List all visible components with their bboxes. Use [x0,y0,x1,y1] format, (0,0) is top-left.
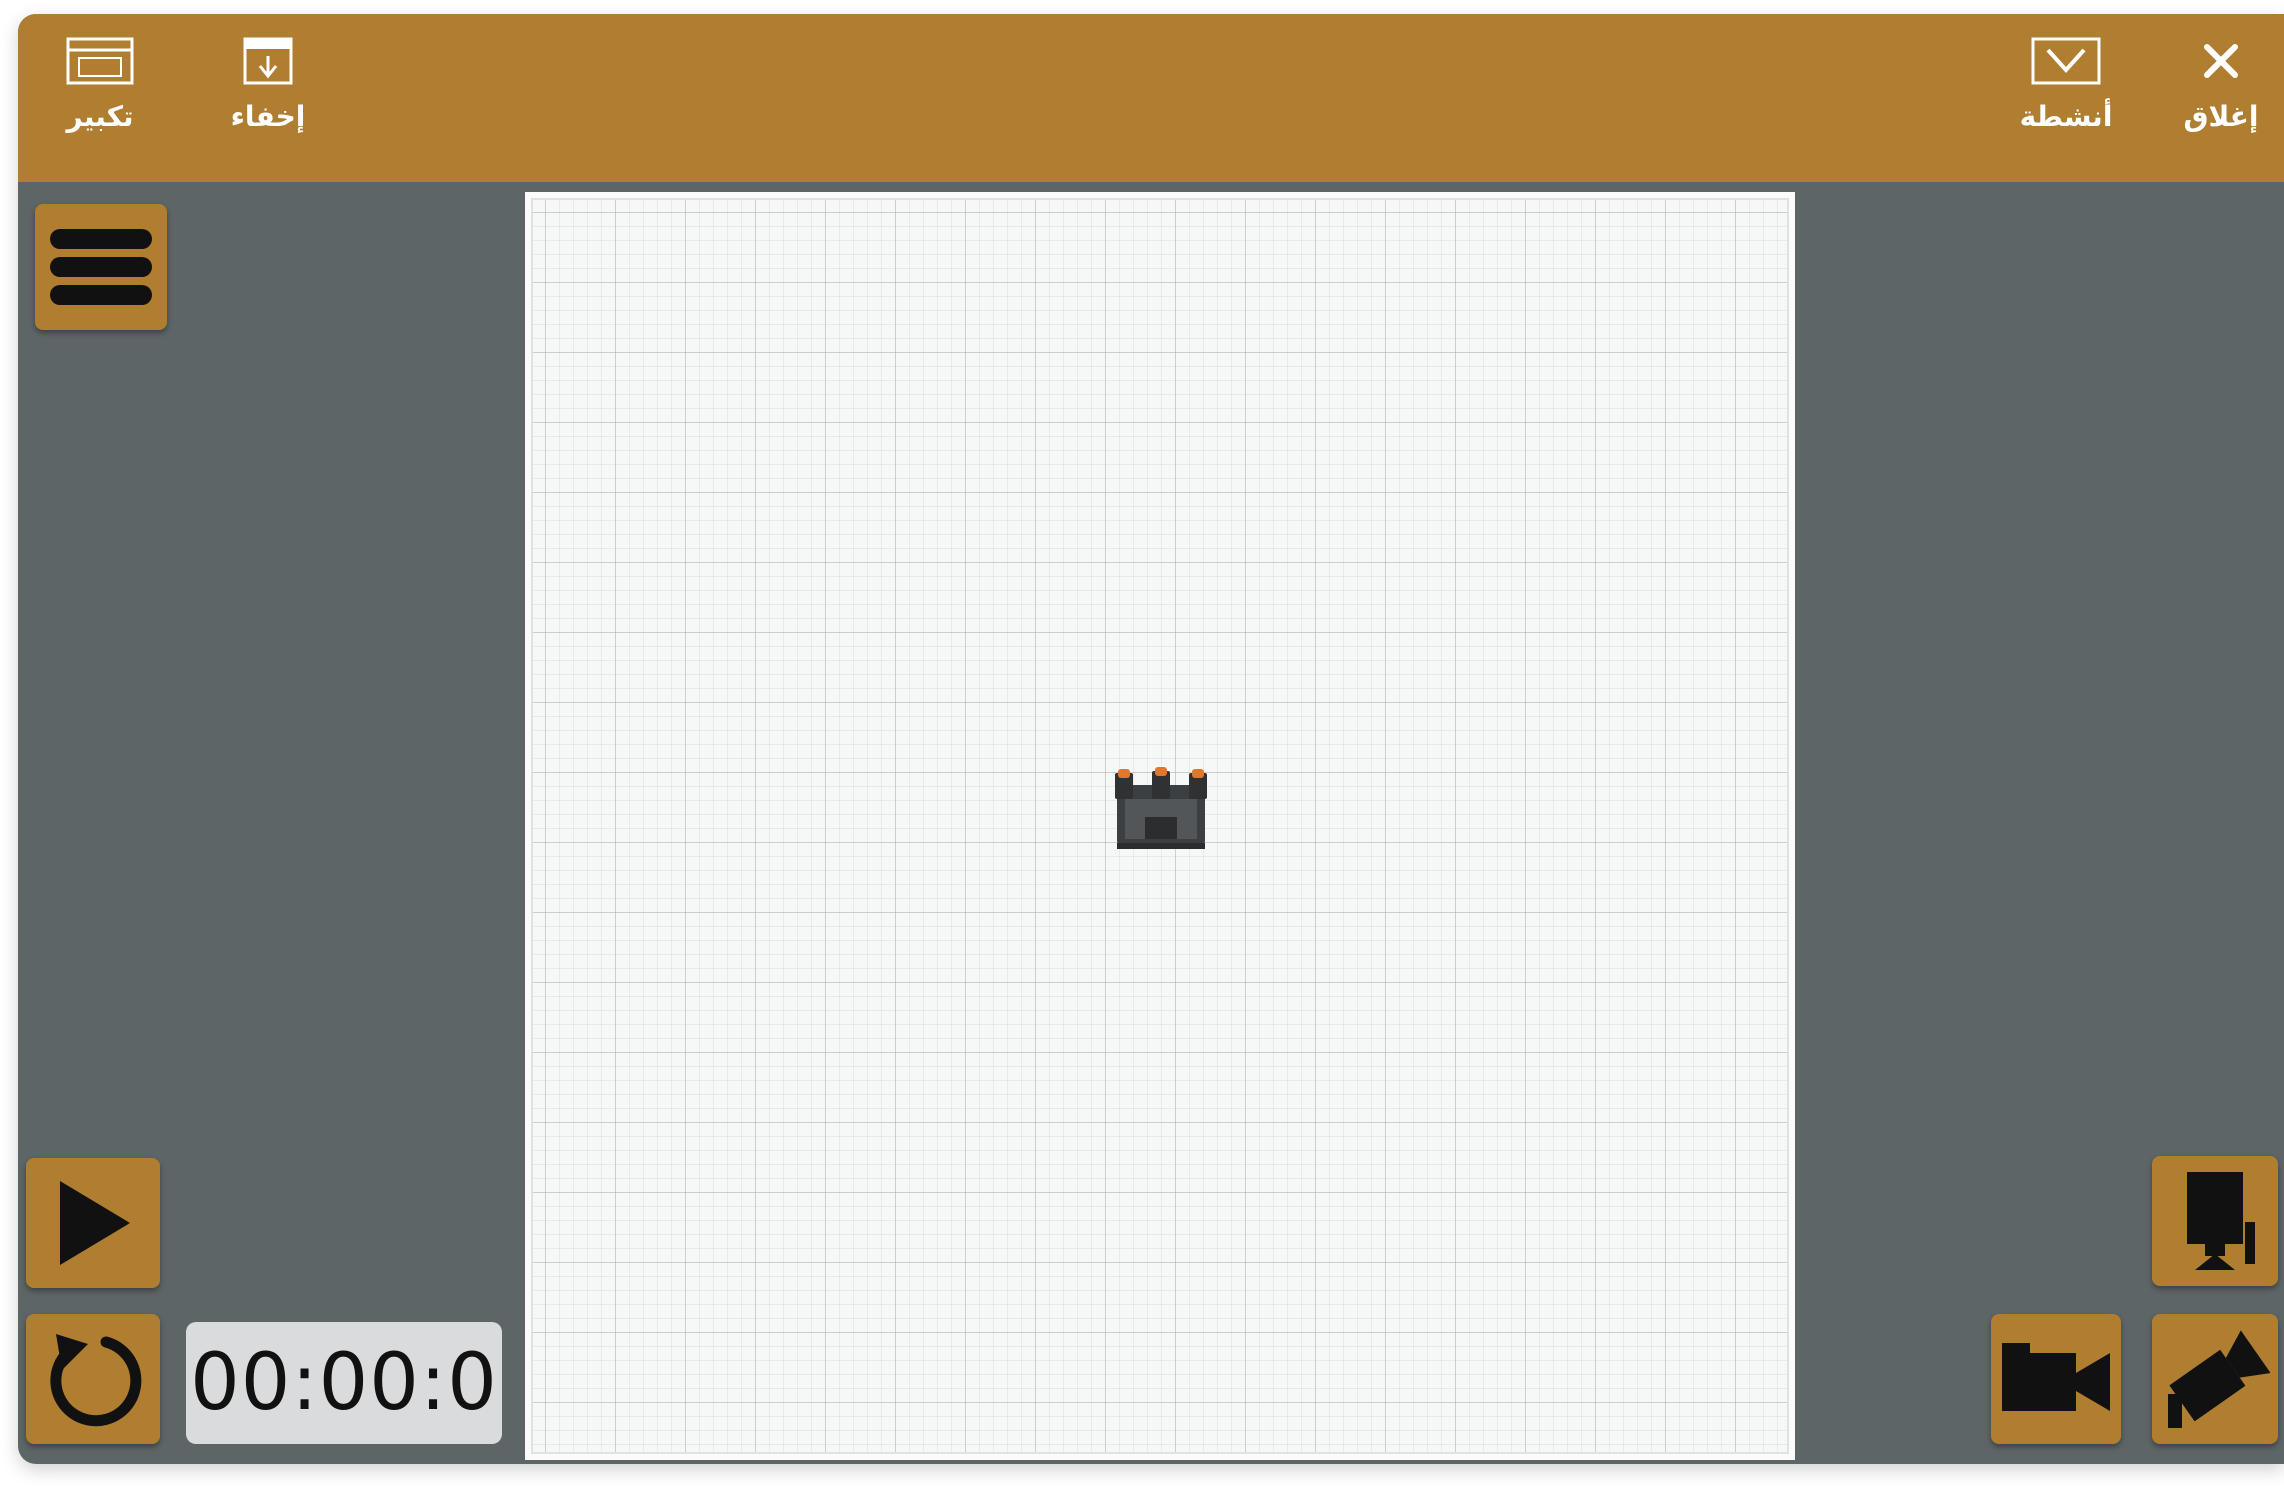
simulation-canvas[interactable] [525,192,1795,1460]
hide-window-icon [243,37,293,85]
angled-camera-icon [2168,1330,2270,1428]
maximize-button[interactable]: تكبير [40,36,160,166]
hamburger-menu-icon [50,229,152,305]
maximize-label: تكبير [66,100,134,133]
hide-button[interactable]: إخفاء [208,36,328,166]
menu-button[interactable] [35,204,167,330]
simulator-window: تكبير إخفاء أنشطة إغلاق 00:00:0 [18,14,2284,1464]
follow-camera-icon [2002,1343,2110,1411]
close-button[interactable]: إغلاق [2166,36,2276,166]
title-bar: تكبير إخفاء أنشطة إغلاق [18,14,2284,182]
close-icon [2204,44,2238,78]
reset-button[interactable] [26,1314,160,1444]
robot-icon[interactable] [1111,763,1211,853]
play-icon [60,1181,130,1265]
angled-camera-button[interactable] [2152,1314,2278,1444]
timer-display: 00:00:0 [186,1322,502,1444]
activities-label: أنشطة [2019,100,2113,133]
hide-label: إخفاء [230,100,306,133]
maximize-window-icon [66,37,134,85]
close-label: إغلاق [2183,100,2259,133]
reset-icon [50,1334,142,1427]
play-button[interactable] [26,1158,160,1288]
top-view-camera-icon [2187,1172,2255,1270]
activities-icon [2031,37,2101,85]
top-view-camera-button[interactable] [2152,1156,2278,1286]
follow-camera-button[interactable] [1991,1314,2121,1444]
activities-button[interactable]: أنشطة [2006,36,2126,166]
